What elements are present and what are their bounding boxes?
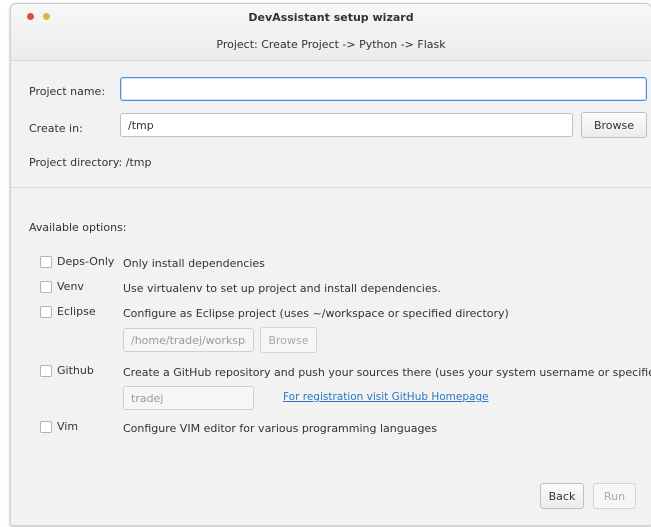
eclipse-description: Configure as Eclipse project (uses ~/wor… [123, 307, 509, 320]
project-directory-row: Project directory: /tmp [29, 156, 151, 169]
project-directory-value: /tmp [125, 156, 152, 169]
vim-checkbox[interactable] [40, 421, 52, 433]
eclipse-checkbox[interactable] [40, 306, 52, 318]
deps-only-description: Only install dependencies [123, 257, 265, 270]
deps-only-checkbox[interactable] [40, 256, 52, 268]
venv-label[interactable]: Venv [57, 280, 84, 293]
github-homepage-link[interactable]: For registration visit GitHub Homepage [283, 391, 489, 403]
vim-description: Configure VIM editor for various program… [123, 422, 437, 435]
vim-label[interactable]: Vim [57, 420, 78, 433]
section-divider [11, 187, 651, 188]
eclipse-browse-button[interactable]: Browse [260, 327, 317, 353]
github-username-input[interactable] [123, 386, 254, 410]
venv-description: Use virtualenv to set up project and ins… [123, 282, 441, 295]
github-description: Create a GitHub repository and push your… [123, 366, 651, 379]
project-name-label: Project name: [29, 85, 106, 98]
project-path-subtitle: Project: Create Project -> Python -> Fla… [216, 38, 446, 51]
create-in-input[interactable] [120, 113, 573, 137]
deps-only-label[interactable]: Deps-Only [57, 255, 114, 268]
available-options-heading: Available options: [29, 221, 127, 234]
github-label[interactable]: Github [57, 364, 94, 377]
window-title: DevAssistant setup wizard [248, 11, 414, 24]
github-checkbox[interactable] [40, 365, 52, 377]
eclipse-path-input[interactable] [123, 328, 254, 352]
project-directory-label: Project directory: [29, 156, 123, 169]
title-bar: DevAssistant setup wizard Project: Creat… [11, 4, 651, 61]
eclipse-label[interactable]: Eclipse [57, 305, 96, 318]
run-button[interactable]: Run [593, 483, 636, 509]
wizard-window: DevAssistant setup wizard Project: Creat… [10, 3, 651, 526]
project-name-input[interactable] [120, 77, 647, 101]
browse-button[interactable]: Browse [581, 112, 647, 138]
back-button[interactable]: Back [540, 483, 584, 509]
venv-checkbox[interactable] [40, 281, 52, 293]
create-in-label: Create in: [29, 122, 83, 135]
